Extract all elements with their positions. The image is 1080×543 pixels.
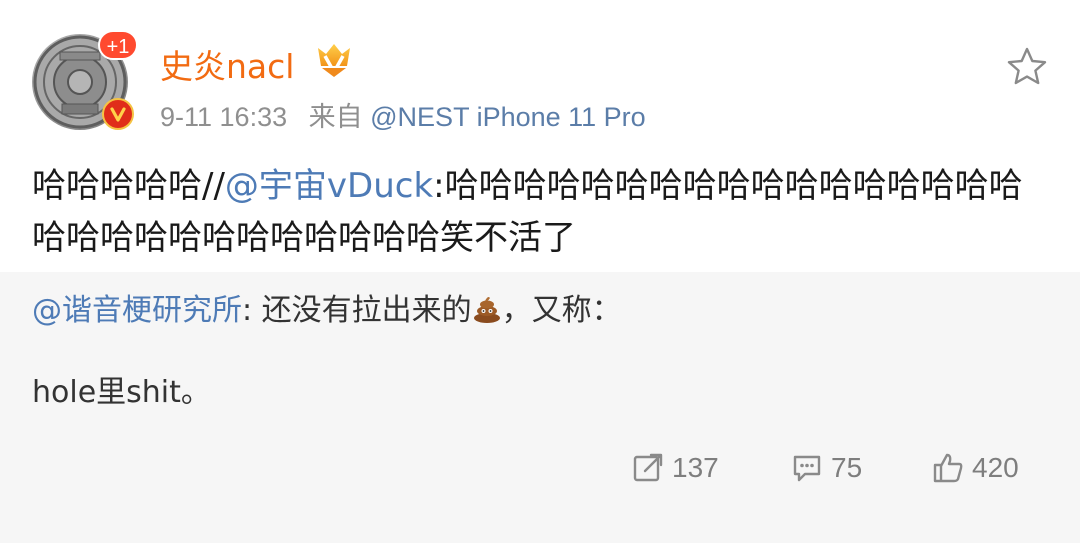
comment-count: 75 bbox=[831, 452, 863, 483]
like-icon bbox=[933, 453, 963, 483]
poop-icon bbox=[473, 297, 500, 323]
notification-badge: +1 bbox=[98, 30, 138, 60]
retweet-text-a: : 还没有拉出来的 bbox=[242, 293, 472, 328]
retweet-body: @谐音梗研究所: 还没有拉出来的 ，又称： hole里shit。 bbox=[32, 290, 1042, 414]
repost-button[interactable]: 137 bbox=[632, 452, 719, 484]
avatar[interactable]: +1 bbox=[32, 30, 138, 130]
like-button[interactable]: 420 bbox=[932, 452, 1019, 484]
star-favorite-icon[interactable] bbox=[1006, 46, 1048, 88]
comment-icon bbox=[793, 455, 821, 482]
member-crown-icon bbox=[318, 44, 350, 77]
source-label: 来自 bbox=[308, 102, 363, 132]
like-count: 420 bbox=[972, 452, 1019, 483]
repost-count: 137 bbox=[672, 452, 719, 483]
share-icon bbox=[633, 453, 663, 482]
post-time: 9-11 16:33 bbox=[160, 102, 288, 132]
post-meta: 9-11 16:33 来自 @NEST iPhone 11 Pro bbox=[160, 95, 646, 134]
retweet-line2: hole里shit。 bbox=[32, 375, 211, 410]
username[interactable]: 史炎nacl bbox=[160, 40, 294, 88]
comment-button[interactable]: 75 bbox=[791, 452, 862, 484]
post-body: 哈哈哈哈哈//@宇宙vDuck:哈哈哈哈哈哈哈哈哈哈哈哈哈哈哈哈哈哈哈哈哈哈哈哈… bbox=[32, 160, 1052, 264]
mention-link[interactable]: @宇宙vDuck bbox=[225, 166, 433, 206]
retweet-mention-link[interactable]: @谐音梗研究所 bbox=[32, 293, 242, 328]
source-device-link[interactable]: @NEST iPhone 11 Pro bbox=[370, 102, 646, 132]
verified-v-icon bbox=[102, 98, 134, 130]
post-text-prefix: 哈哈哈哈哈// bbox=[32, 166, 225, 206]
retweet-text-b: ，又称： bbox=[501, 293, 622, 328]
